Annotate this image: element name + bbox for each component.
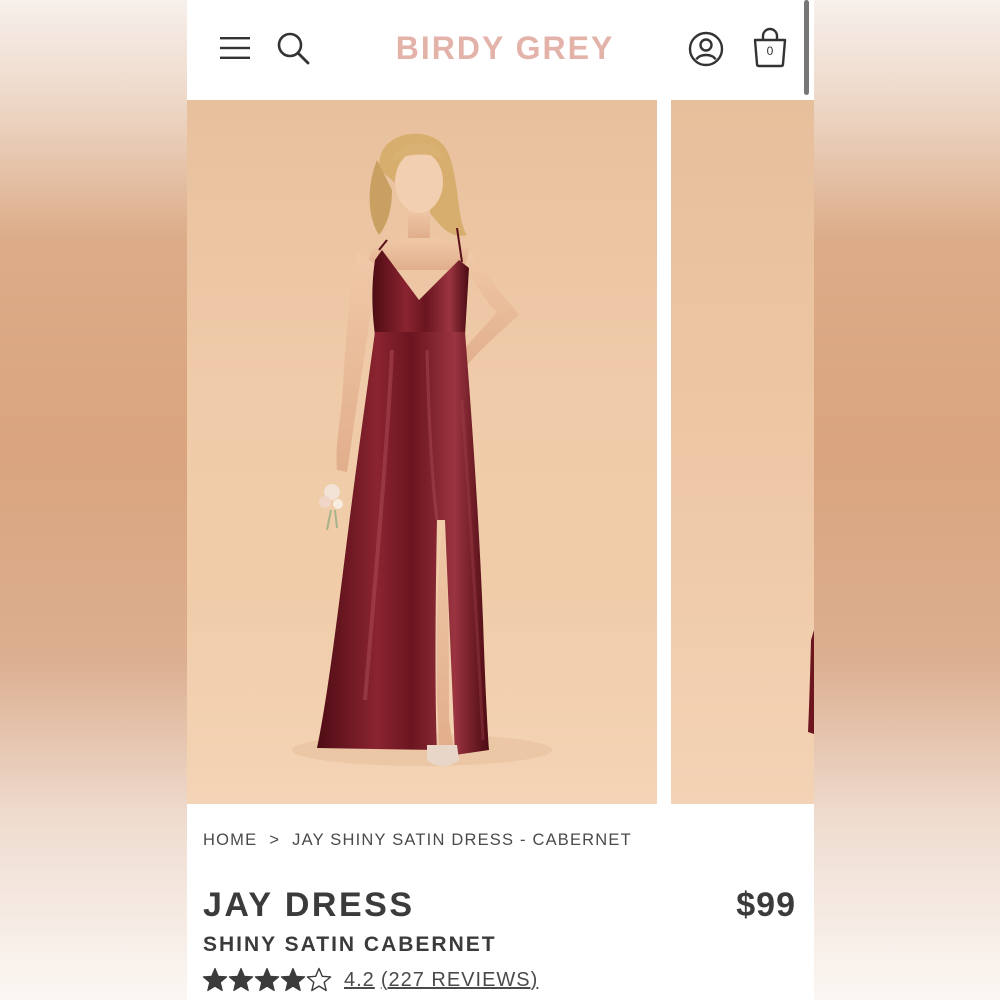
mobile-page: BIRDY GREY 0 HOME > JAY SHINY SATIN DRES… [187, 0, 814, 1000]
breadcrumb: HOME > JAY SHINY SATIN DRESS - CABERNET [203, 831, 632, 850]
gallery-slide-next[interactable] [671, 100, 814, 804]
cart-count-badge: 0 [766, 44, 774, 58]
site-header: BIRDY GREY 0 [187, 0, 814, 100]
star-full-icon [228, 967, 254, 992]
background-blur-left [0, 0, 187, 1000]
reviews-link[interactable]: 4.2 (227 REVIEWS) [344, 969, 544, 992]
next-slide-image [808, 630, 814, 734]
rating-stars [202, 967, 332, 993]
brand-logo[interactable]: BIRDY GREY [387, 30, 623, 67]
product-title: JAY DRESS [203, 886, 415, 924]
product-price: $99 [736, 886, 796, 924]
dress-model-image [292, 133, 552, 766]
breadcrumb-current: JAY SHINY SATIN DRESS - CABERNET [292, 831, 632, 849]
product-rating[interactable]: 4.2 (227 REVIEWS) [202, 965, 544, 995]
star-full-icon [280, 967, 306, 992]
star-empty-icon [306, 967, 332, 992]
star-full-icon [254, 967, 280, 992]
search-icon[interactable] [276, 31, 310, 65]
breadcrumb-separator: > [269, 831, 281, 849]
background-blur-right [814, 0, 1000, 1000]
star-full-icon [202, 967, 228, 992]
product-gallery[interactable] [187, 100, 814, 804]
account-icon[interactable] [688, 31, 724, 67]
scrollbar[interactable] [804, 0, 809, 95]
reviews-count: (227 REVIEWS) [380, 968, 539, 991]
hamburger-menu-icon[interactable] [220, 36, 250, 60]
product-subtitle: SHINY SATIN CABERNET [203, 933, 497, 956]
breadcrumb-home-link[interactable]: HOME [203, 831, 257, 849]
rating-value: 4.2 [344, 968, 375, 991]
gallery-slide-main[interactable] [187, 100, 657, 804]
